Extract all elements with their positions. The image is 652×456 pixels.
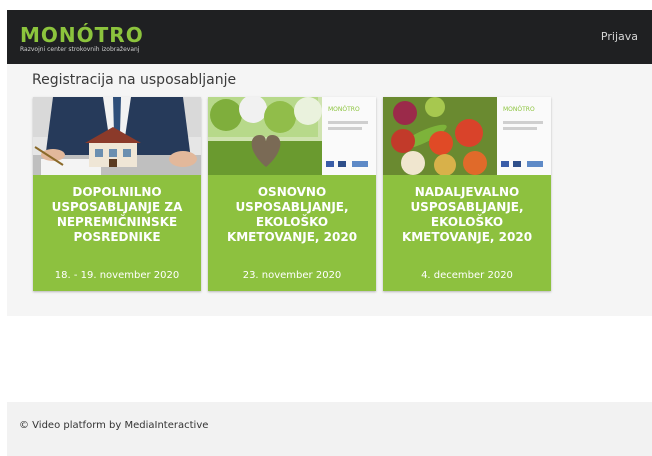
card-title: DOPOLNILNO USPOSABLJANJE ZA NEPREMIČNINS… bbox=[51, 185, 183, 244]
event-card-basic-organic-farming[interactable]: MONÓTRO OSNOVNO USPOSABLJANJE, EKOLOŠKO … bbox=[208, 97, 376, 291]
svg-text:MONÓTRO: MONÓTRO bbox=[503, 106, 535, 113]
event-card-advanced-organic-farming[interactable]: MONÓTRO NADALJEVALNO USPOSABLJANJE, EKOL… bbox=[383, 97, 551, 291]
logo-wordmark: MONÓTRO bbox=[20, 23, 144, 47]
logo[interactable]: MONÓTRO Razvojni center strokovnih izobr… bbox=[20, 24, 144, 54]
login-link[interactable]: Prijava bbox=[601, 30, 638, 43]
vegetables-basket-icon: MONÓTRO bbox=[383, 97, 551, 175]
logo-tagline: Razvojni center strokovnih izobraževanj bbox=[20, 46, 140, 53]
svg-text:MONÓTRO: MONÓTRO bbox=[328, 106, 360, 113]
event-card-real-estate[interactable]: DOPOLNILNO USPOSABLJANJE ZA NEPREMIČNINS… bbox=[33, 97, 201, 291]
footer: © Video platform by MediaInteractive bbox=[7, 402, 652, 456]
browser-viewport: MONÓTRO Razvojni center strokovnih izobr… bbox=[7, 10, 652, 456]
house-model-with-businessman-icon bbox=[33, 97, 201, 175]
card-title: OSNOVNO USPOSABLJANJE, EKOLOŠKO KMETOVAN… bbox=[226, 185, 358, 244]
footer-credit[interactable]: © Video platform by MediaInteractive bbox=[19, 420, 208, 431]
main-content: Registracija na usposabljanje DOPOLNILNO… bbox=[7, 64, 652, 316]
card-date: 23. november 2020 bbox=[242, 270, 342, 281]
card-image bbox=[33, 97, 201, 175]
heart-in-orchard-icon: MONÓTRO bbox=[208, 97, 376, 175]
card-title: NADALJEVALNO USPOSABLJANJE, EKOLOŠKO KME… bbox=[401, 185, 533, 244]
card-image: MONÓTRO bbox=[383, 97, 551, 175]
section-title: Registracija na usposabljanje bbox=[32, 72, 237, 88]
card-date: 4. december 2020 bbox=[421, 270, 513, 281]
card-date: 18. - 19. november 2020 bbox=[54, 270, 180, 281]
top-navbar: MONÓTRO Razvojni center strokovnih izobr… bbox=[7, 10, 652, 64]
card-image: MONÓTRO bbox=[208, 97, 376, 175]
